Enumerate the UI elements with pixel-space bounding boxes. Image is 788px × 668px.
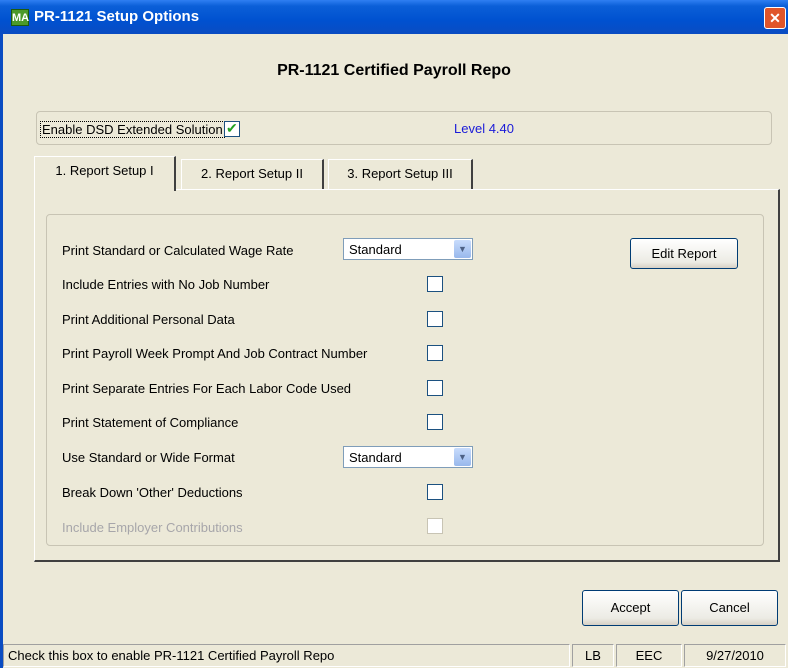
personal-data-checkbox[interactable] [427,311,443,327]
cancel-label: Cancel [709,600,750,615]
employer-contributions-checkbox [427,518,443,534]
no-job-number-label: Include Entries with No Job Number [62,277,270,292]
close-button[interactable]: ✕ [764,7,786,29]
tab-label: 3. Report Setup III [347,166,453,181]
wage-rate-label: Print Standard or Calculated Wage Rate [62,243,294,258]
compliance-checkbox[interactable] [427,414,443,430]
app-icon: MA [11,9,29,26]
window-title: PR-1121 Setup Options [34,8,200,25]
window-frame-left [0,34,3,668]
title-bar[interactable]: MA PR-1121 Setup Options ✕ [0,0,788,34]
format-value: Standard [349,450,402,465]
compliance-label: Print Statement of Compliance [62,415,239,430]
status-message: Check this box to enable PR-1121 Certifi… [3,644,570,667]
wage-rate-value: Standard [349,242,402,257]
personal-data-label: Print Additional Personal Data [62,312,235,327]
separate-entries-checkbox[interactable] [427,380,443,396]
chevron-down-icon[interactable]: ▼ [454,448,471,466]
edit-report-button[interactable]: Edit Report [630,238,738,269]
format-select[interactable]: Standard ▼ [343,446,473,468]
employer-contributions-label: Include Employer Contributions [62,520,243,535]
tab-report-setup-3[interactable]: 3. Report Setup III [328,159,473,189]
week-prompt-checkbox[interactable] [427,345,443,361]
tab-report-setup-1[interactable]: 1. Report Setup I [34,156,176,191]
accept-button[interactable]: Accept [582,590,679,626]
level-text: Level 4.40 [454,121,514,136]
enable-dsd-checkbox[interactable] [224,120,240,137]
no-job-number-checkbox[interactable] [427,276,443,292]
status-company: EEC [616,644,682,667]
accept-label: Accept [610,600,651,615]
wage-rate-select[interactable]: Standard ▼ [343,238,473,260]
separate-entries-label: Print Separate Entries For Each Labor Co… [62,381,352,396]
cancel-button[interactable]: Cancel [681,590,778,626]
tab-label: 1. Report Setup I [55,163,154,178]
chevron-down-icon[interactable]: ▼ [454,240,471,258]
enable-dsd-label: Enable DSD Extended Solution [40,121,225,138]
other-deductions-checkbox[interactable] [427,484,443,500]
tab-label: 2. Report Setup II [201,166,303,181]
tab-report-setup-2[interactable]: 2. Report Setup II [181,159,324,189]
other-deductions-label: Break Down 'Other' Deductions [62,485,243,500]
page-title: PR-1121 Certified Payroll Repo [277,62,511,79]
status-user: LB [572,644,614,667]
status-date: 9/27/2010 [684,644,786,667]
edit-report-label: Edit Report [651,246,717,261]
setup-options-window: MA PR-1121 Setup Options ✕ PR-1121 Certi… [0,0,788,668]
week-prompt-label: Print Payroll Week Prompt And Job Contra… [62,346,368,361]
format-label: Use Standard or Wide Format [62,450,235,465]
